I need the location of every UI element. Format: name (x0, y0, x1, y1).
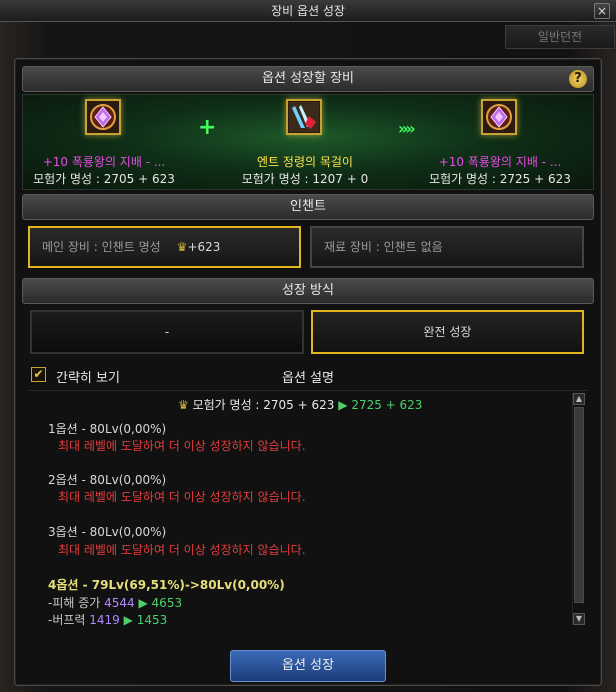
stat-old-value: 4544 (104, 596, 135, 610)
equipment-section-header: 옵션 성장할 장비 ? (22, 66, 594, 92)
fame-before: 모험가 명성 : 2705 + 623 (192, 398, 335, 412)
option-4-line: 4옵션 - 79Lv(69,51%)->80Lv(0,00%) (48, 578, 285, 592)
main-enchant-box[interactable]: 메인 장비 : 인챈트 명성 ♛+623 (28, 226, 301, 268)
button-label: 옵션 성장 (282, 658, 334, 673)
stat-label: -피해 증가 (48, 596, 105, 610)
option-description-title: 옵션 설명 (282, 371, 334, 386)
brief-view-checkbox[interactable]: ✔ (31, 367, 46, 382)
material-item-fame: 모험가 명성 : 1207 + 0 (241, 172, 369, 186)
option-2-line: 2옵션 - 80Lv(0,00%) (48, 473, 167, 487)
main-item-slot[interactable] (85, 99, 121, 135)
section-title: 옵션 성장할 장비 (262, 71, 354, 86)
arrow-right-icon: ▶ (338, 398, 348, 412)
main-item-fame: 모험가 명성 : 2705 + 623 (33, 172, 175, 186)
growth-method-header: 성장 방식 (22, 278, 594, 304)
scroll-up-icon[interactable]: ▲ (573, 393, 585, 405)
material-enchant-box[interactable]: 재료 장비 : 인챈트 없음 (310, 226, 584, 268)
description-scrollbar[interactable]: ▲ ▼ (572, 393, 585, 625)
main-enchant-label: 메인 장비 : 인챈트 명성 (42, 240, 161, 254)
plus-icon: + (198, 115, 217, 140)
equipment-display: + »» +10 폭룡왕의 지배 - ... 모험가 명성 : 2705 + 6… (22, 94, 594, 190)
option-label: 완전 성장 (423, 325, 472, 339)
arrow-right-icon: ▶ (123, 613, 133, 627)
fame-crown-icon: ♛ (176, 240, 188, 254)
help-icon[interactable]: ? (569, 70, 587, 88)
result-item-name: +10 폭룡왕의 지배 - ... (405, 153, 595, 170)
necklace-icon (289, 102, 319, 132)
stat-old-value: 1419 (89, 613, 120, 627)
section-title: 성장 방식 (282, 283, 334, 298)
option-3-note: 최대 레벨에 도달하여 더 이상 성장하지 않습니다. (58, 543, 306, 557)
window-title: 장비 옵션 성장 (271, 4, 345, 18)
item-name-text: 폭룡왕의 지배 - ... (464, 155, 562, 169)
arrow-right-icon: »» (398, 119, 416, 138)
main-item-name: +10 폭룡왕의 지배 - ... (9, 153, 199, 170)
scroll-down-icon[interactable]: ▼ (573, 613, 585, 625)
scroll-thumb[interactable] (574, 407, 584, 603)
fame-after: 2725 + 623 (351, 398, 423, 412)
material-enchant-label: 재료 장비 : 인챈트 없음 (324, 240, 443, 254)
window-titlebar: 장비 옵션 성장 × (0, 0, 616, 22)
option-4-stat-damage: -피해 증가 4544 ▶ 4653 (48, 594, 182, 611)
gem-ring-icon (486, 104, 512, 130)
close-icon: × (596, 4, 608, 18)
material-item-slot[interactable] (286, 99, 322, 135)
gem-ring-icon (90, 104, 116, 130)
main-enchant-value: +623 (187, 240, 221, 254)
growth-option-full[interactable]: 완전 성장 (311, 310, 584, 354)
enhance-level: +10 (438, 155, 465, 169)
item-name-text: 폭룡왕의 지배 - ... (68, 155, 166, 169)
result-item-fame: 모험가 명성 : 2725 + 623 (429, 172, 571, 186)
option-4-stat-buff: -버프력 1419 ▶ 1453 (48, 611, 167, 628)
option-grow-button[interactable]: 옵션 성장 (230, 650, 386, 682)
option-description-area: ♛ 모험가 명성 : 2705 + 623 ▶ 2725 + 623 1옵션 -… (28, 390, 588, 628)
fame-crown-icon: ♛ (178, 398, 189, 412)
brief-view-label: 간략히 보기 (56, 371, 120, 386)
option-3-line: 3옵션 - 80Lv(0,00%) (48, 525, 167, 539)
result-item-slot[interactable] (481, 99, 517, 135)
section-title: 인챈트 (290, 199, 326, 214)
stat-label: -버프력 (48, 613, 90, 627)
option-label: - (164, 325, 170, 339)
material-item-name: 엔트 정령의 목걸이 (257, 155, 353, 169)
fame-change-line: ♛ 모험가 명성 : 2705 + 623 ▶ 2725 + 623 (178, 396, 422, 413)
tab-general-dungeon[interactable]: 일반던전 (505, 25, 615, 49)
option-1-line: 1옵션 - 80Lv(0,00%) (48, 422, 167, 436)
enhance-level: +10 (42, 155, 69, 169)
close-button[interactable]: × (594, 3, 610, 19)
growth-option-partial[interactable]: - (30, 310, 304, 354)
tab-label: 일반던전 (537, 30, 583, 44)
enchant-section-header: 인챈트 (22, 194, 594, 220)
stat-new-value: 1453 (132, 613, 168, 627)
stat-new-value: 4653 (147, 596, 183, 610)
option-2-note: 최대 레벨에 도달하여 더 이상 성장하지 않습니다. (58, 490, 306, 504)
option-1-note: 최대 레벨에 도달하여 더 이상 성장하지 않습니다. (58, 439, 306, 453)
arrow-right-icon: ▶ (138, 596, 148, 610)
